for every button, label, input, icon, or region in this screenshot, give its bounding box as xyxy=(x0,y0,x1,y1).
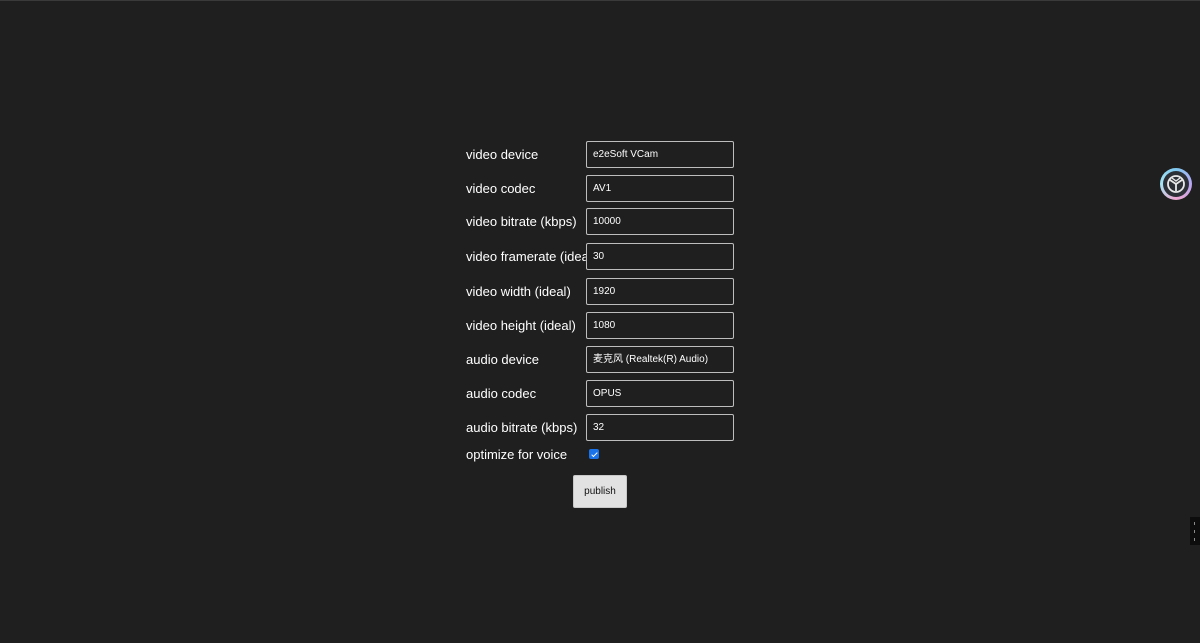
video-width-input[interactable]: 1920 xyxy=(586,278,734,305)
optimize-voice-checkbox[interactable] xyxy=(589,449,599,459)
row-video-codec: video codec AV1 xyxy=(466,175,734,202)
row-video-framerate: video framerate (ideal) 30 xyxy=(466,243,734,270)
window-top-border xyxy=(0,0,1200,1)
extension-glyph-icon xyxy=(1167,175,1185,193)
video-width-label: video width (ideal) xyxy=(466,284,571,299)
row-video-bitrate: video bitrate (kbps) 10000 xyxy=(466,208,734,235)
video-codec-select[interactable]: AV1 xyxy=(586,175,734,202)
handle-mark xyxy=(1194,530,1195,533)
extension-logo-icon[interactable] xyxy=(1160,168,1192,200)
handle-mark xyxy=(1194,522,1195,525)
row-audio-codec: audio codec OPUS xyxy=(466,380,734,407)
video-height-input[interactable]: 1080 xyxy=(586,312,734,339)
row-audio-device: audio device 麦克风 (Realtek(R) Audio) xyxy=(466,346,734,373)
audio-codec-select[interactable]: OPUS xyxy=(586,380,734,407)
handle-mark xyxy=(1194,538,1195,541)
row-audio-bitrate: audio bitrate (kbps) 32 xyxy=(466,414,734,441)
audio-bitrate-input[interactable]: 32 xyxy=(586,414,734,441)
video-height-label: video height (ideal) xyxy=(466,318,576,333)
audio-device-label: audio device xyxy=(466,352,539,367)
row-video-height: video height (ideal) 1080 xyxy=(466,312,734,339)
optimize-voice-label: optimize for voice xyxy=(466,447,568,462)
row-optimize-voice: optimize for voice xyxy=(466,448,734,462)
audio-device-select[interactable]: 麦克风 (Realtek(R) Audio) xyxy=(586,346,734,373)
audio-bitrate-label: audio bitrate (kbps) xyxy=(466,420,578,435)
video-framerate-input[interactable]: 30 xyxy=(586,243,734,270)
video-codec-label: video codec xyxy=(466,181,536,196)
video-framerate-label: video framerate (ideal) xyxy=(466,249,597,264)
publish-button[interactable]: publish xyxy=(573,475,627,508)
video-device-select[interactable]: e2eSoft VCam xyxy=(586,141,734,168)
side-panel-handle-icon[interactable] xyxy=(1190,517,1200,545)
video-bitrate-label: video bitrate (kbps) xyxy=(466,214,577,229)
video-bitrate-input[interactable]: 10000 xyxy=(586,208,734,235)
video-device-label: video device xyxy=(466,147,539,162)
row-video-device: video device e2eSoft VCam xyxy=(466,141,734,168)
audio-codec-label: audio codec xyxy=(466,386,537,401)
row-video-width: video width (ideal) 1920 xyxy=(466,278,734,305)
